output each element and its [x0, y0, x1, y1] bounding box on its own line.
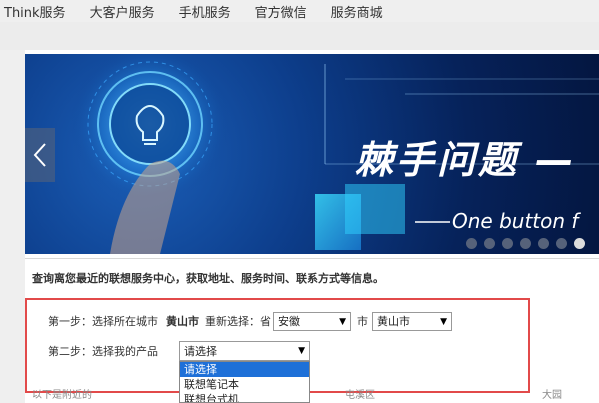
district-label: 屯溪区 [345, 390, 375, 401]
province-select[interactable]: 安徽 ▼ [273, 311, 351, 331]
banner-dot[interactable] [484, 238, 495, 249]
reselect-province-label: 重新选择：省 [205, 315, 271, 328]
dropdown-option[interactable]: 联想台式机 [180, 392, 309, 402]
city-select[interactable]: 黄山市 ▼ [372, 311, 452, 331]
banner-dot-active[interactable] [574, 238, 585, 249]
nav-think-service[interactable]: Think服务 [4, 2, 66, 21]
city-select-label: 市 [357, 315, 368, 328]
province-value: 安徽 [278, 315, 300, 328]
top-navigation: Think服务 大客户服务 手机服务 官方微信 服务商城 [0, 0, 599, 22]
nav-phone-service[interactable]: 手机服务 [179, 2, 231, 21]
dropdown-option[interactable]: 联想笔记本 [180, 377, 309, 392]
banner-dot[interactable] [502, 238, 513, 249]
info-text: 查询离您最近的联想服务中心，获取地址、服务时间、联系方式等信息。 [32, 272, 384, 285]
banner-dot[interactable] [556, 238, 567, 249]
nearby-label: 以下是附近的 [32, 390, 92, 401]
current-city: 黄山市 [166, 315, 199, 328]
step1-row: 第一步：选择所在城市 黄山市 重新选择：省 安徽 ▼ 市 黄山市 ▼ [48, 311, 452, 331]
dropdown-option[interactable]: 请选择 [180, 362, 309, 377]
nav-enterprise-service[interactable]: 大客户服务 [90, 2, 155, 21]
divider [25, 258, 599, 259]
chevron-left-icon [33, 143, 46, 167]
step2-row: 第二步：选择我的产品 请选择 ▼ [48, 341, 310, 361]
step1-label: 第一步：选择所在城市 [48, 315, 158, 328]
banner-dot[interactable] [466, 238, 477, 249]
banner-dot[interactable] [520, 238, 531, 249]
nav-official-wechat[interactable]: 官方微信 [255, 2, 307, 21]
nav-service-mall[interactable]: 服务商城 [331, 2, 383, 21]
banner-dot[interactable] [538, 238, 549, 249]
step2-label: 第二步：选择我的产品 [48, 345, 158, 358]
city-value: 黄山市 [377, 315, 410, 328]
product-value: 请选择 [184, 345, 217, 358]
chevron-down-icon: ▼ [298, 346, 305, 356]
product-select[interactable]: 请选择 ▼ [179, 341, 310, 361]
banner-pagination [466, 238, 585, 249]
header-band [0, 22, 599, 50]
banner-prev-button[interactable] [25, 128, 55, 182]
banner-headline: 棘手问题 — [355, 138, 577, 182]
promo-banner[interactable]: 棘手问题 — One button f [25, 54, 599, 254]
product-dropdown-list: 请选择 联想笔记本 联想台式机 [179, 361, 310, 403]
area-label: 大园 [542, 390, 562, 401]
chevron-down-icon: ▼ [440, 316, 447, 327]
banner-subline: One button f [452, 209, 579, 233]
chevron-down-icon: ▼ [339, 316, 346, 327]
